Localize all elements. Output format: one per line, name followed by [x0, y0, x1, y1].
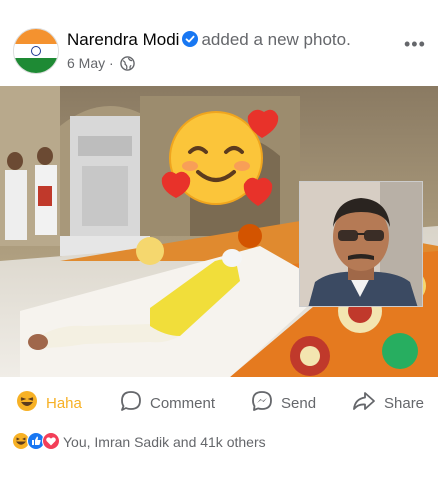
post-photo[interactable] [0, 86, 438, 377]
post-action-text: added a new photo. [201, 30, 351, 49]
haha-icon [16, 390, 46, 416]
flag-green-band [14, 58, 58, 73]
author-name[interactable]: Narendra Modi [67, 30, 179, 49]
send-label: Send [281, 394, 317, 412]
haha-icon [12, 431, 30, 453]
smiling-face-with-hearts-icon [160, 102, 280, 212]
messenger-icon [251, 390, 281, 416]
share-icon [352, 390, 384, 416]
like-icon [27, 431, 45, 453]
avatar[interactable] [13, 28, 59, 74]
more-options-button[interactable]: ••• [404, 34, 426, 55]
post-title: Narendra Modi added a new photo. [67, 30, 351, 52]
reactions-summary[interactable]: You, Imran Sadik and 41k others [12, 431, 266, 453]
globe-icon [119, 56, 135, 74]
post-header: Narendra Modi added a new photo. 6 May · … [0, 0, 438, 86]
post-meta: 6 May · [67, 55, 135, 74]
share-button[interactable]: Share [352, 386, 424, 420]
post-actions-bar: Haha Comment Send Share [0, 386, 438, 420]
flag-wheel [31, 46, 41, 56]
comment-icon [120, 390, 150, 416]
inset-face-photo [299, 181, 423, 307]
send-button[interactable]: Send [251, 386, 316, 420]
comment-button[interactable]: Comment [120, 386, 215, 420]
comment-label: Comment [150, 394, 216, 412]
flag-saffron-band [14, 29, 58, 44]
post-date[interactable]: 6 May [67, 55, 105, 71]
share-label: Share [384, 394, 425, 412]
reactions-summary-text: You, Imran Sadik and 41k others [63, 434, 266, 450]
haha-reaction-button[interactable]: Haha [16, 386, 82, 420]
love-icon [42, 431, 60, 453]
meta-separator: · [109, 55, 114, 71]
haha-label: Haha [46, 394, 82, 412]
reaction-icons [12, 431, 60, 453]
verified-badge-icon [182, 31, 199, 52]
man-with-sunglasses-illustration [300, 182, 422, 306]
